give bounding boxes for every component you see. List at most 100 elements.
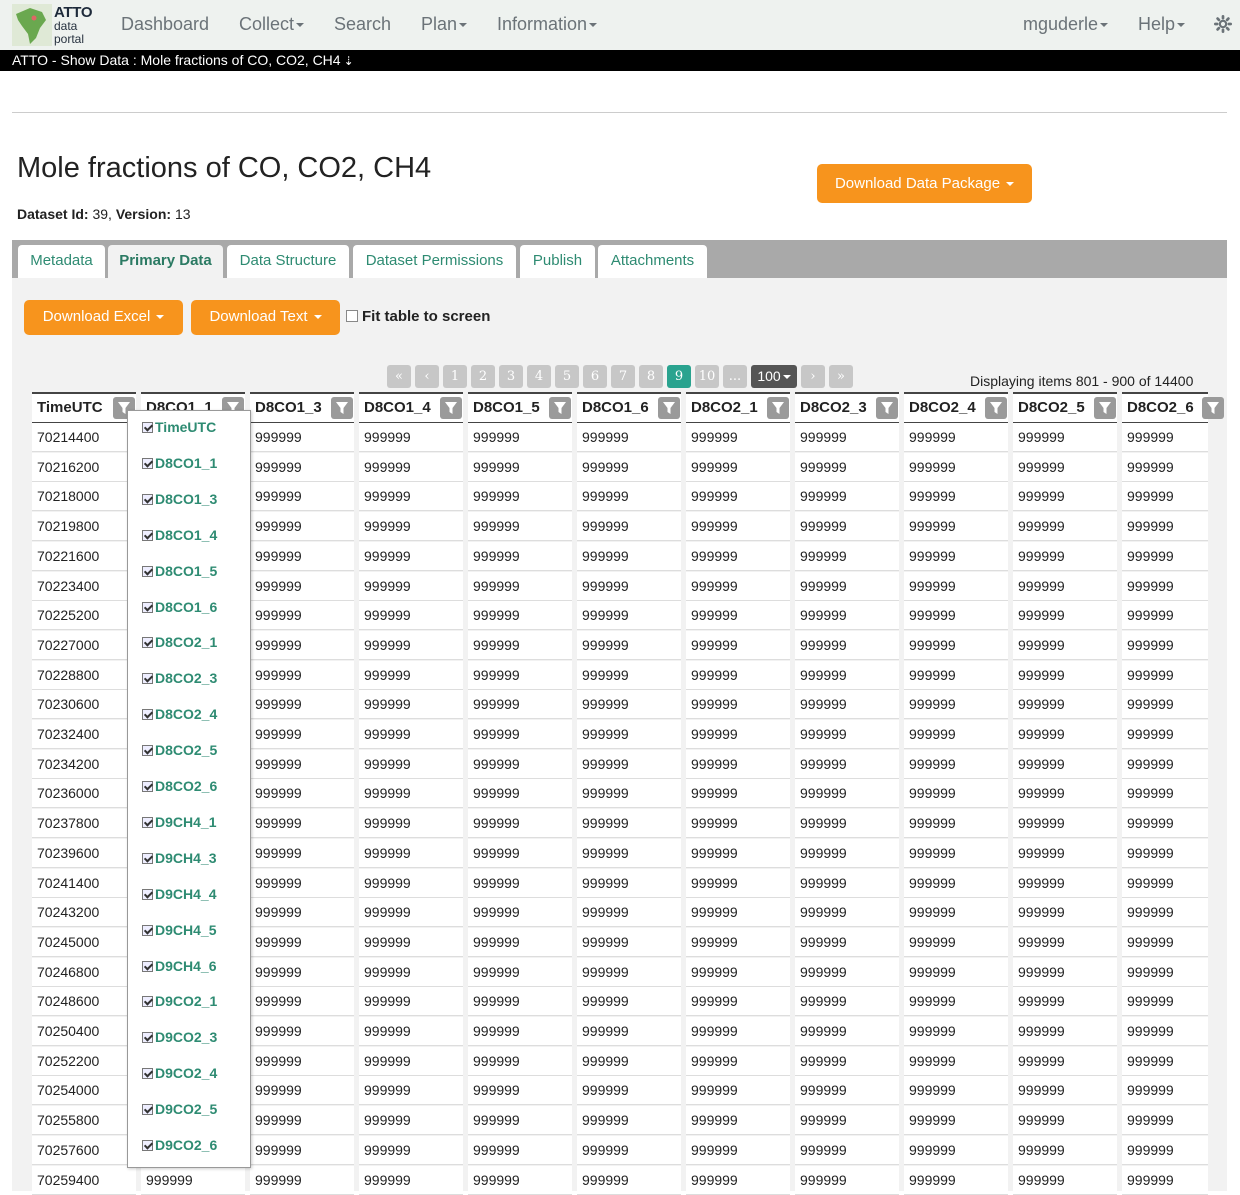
- caret-down-icon: [296, 23, 305, 28]
- checkbox-checked-icon[interactable]: [142, 422, 153, 433]
- double-chevron-down-icon[interactable]: ⇣: [344, 54, 354, 68]
- column-toggle-item[interactable]: TimeUTC: [142, 419, 216, 435]
- nav-user-menu[interactable]: mguderle: [1023, 14, 1109, 35]
- filter-icon[interactable]: [1094, 397, 1116, 419]
- column-toggle-item[interactable]: D8CO1_1: [142, 455, 217, 471]
- nav-search[interactable]: Search: [334, 14, 391, 35]
- checkbox-checked-icon[interactable]: [142, 888, 153, 900]
- table-cell: 999999: [795, 779, 899, 809]
- download-excel-button[interactable]: Download Excel: [24, 300, 183, 335]
- column-header[interactable]: D8CO2_3: [795, 392, 899, 424]
- column-header[interactable]: TimeUTC: [32, 392, 136, 424]
- fit-table-toggle[interactable]: Fit table to screen: [346, 308, 490, 325]
- filter-icon[interactable]: [658, 397, 680, 419]
- pager-page[interactable]: 6: [583, 365, 607, 388]
- column-header[interactable]: D8CO2_6: [1122, 392, 1224, 424]
- checkbox-checked-icon[interactable]: [142, 816, 153, 828]
- pager-page[interactable]: 8: [639, 365, 663, 388]
- nav-collect[interactable]: Collect: [239, 14, 305, 35]
- column-header[interactable]: D8CO1_4: [359, 392, 463, 424]
- pager-page[interactable]: 1: [443, 365, 467, 388]
- column-toggle-item[interactable]: D8CO2_3: [142, 670, 217, 686]
- column-header[interactable]: D8CO2_1: [686, 392, 790, 424]
- checkbox-checked-icon[interactable]: [142, 960, 153, 972]
- column-toggle-item[interactable]: D9CO2_1: [142, 993, 217, 1009]
- gear-icon[interactable]: [1214, 15, 1232, 33]
- atto-logo[interactable]: ATTO data portal: [12, 4, 94, 46]
- filter-icon[interactable]: [440, 397, 462, 419]
- checkbox-checked-icon[interactable]: [142, 529, 153, 541]
- checkbox-checked-icon[interactable]: [142, 601, 153, 613]
- tab-dataset-permissions[interactable]: Dataset Permissions: [353, 245, 516, 278]
- pager-prev[interactable]: ‹: [415, 365, 439, 388]
- nav-plan[interactable]: Plan: [421, 14, 468, 35]
- pager-first[interactable]: «: [387, 365, 411, 388]
- filter-icon[interactable]: [876, 397, 898, 419]
- checkbox-checked-icon[interactable]: [142, 637, 153, 649]
- tab-data-structure[interactable]: Data Structure: [227, 245, 349, 278]
- checkbox-checked-icon[interactable]: [142, 852, 153, 864]
- checkbox-checked-icon[interactable]: [142, 673, 153, 685]
- column-toggle-item[interactable]: D9CH4_3: [142, 850, 216, 866]
- pager-page-active[interactable]: 9: [667, 365, 691, 388]
- pager-next[interactable]: ›: [801, 365, 825, 388]
- checkbox-checked-icon[interactable]: [142, 745, 153, 757]
- tab-metadata[interactable]: Metadata: [18, 245, 105, 278]
- nav-help[interactable]: Help: [1138, 14, 1186, 35]
- column-header[interactable]: D8CO1_3: [250, 392, 354, 424]
- column-header[interactable]: D8CO1_6: [577, 392, 681, 424]
- filter-icon[interactable]: [985, 397, 1007, 419]
- column-toggle-item[interactable]: D9CH4_6: [142, 958, 216, 974]
- checkbox-checked-icon[interactable]: [142, 1032, 153, 1044]
- pager-page[interactable]: 3: [499, 365, 523, 388]
- filter-icon[interactable]: [549, 397, 571, 419]
- pager-last[interactable]: »: [829, 365, 853, 388]
- column-toggle-item[interactable]: D9CO2_3: [142, 1029, 217, 1045]
- tab-publish[interactable]: Publish: [520, 245, 595, 278]
- column-toggle-item[interactable]: D8CO1_5: [142, 563, 217, 579]
- pager-page[interactable]: 2: [471, 365, 495, 388]
- column-toggle-item[interactable]: D9CH4_4: [142, 886, 216, 902]
- checkbox-checked-icon[interactable]: [142, 709, 153, 721]
- checkbox-checked-icon[interactable]: [142, 493, 153, 505]
- pager-page[interactable]: 4: [527, 365, 551, 388]
- pager-page[interactable]: 7: [611, 365, 635, 388]
- nav-information[interactable]: Information: [497, 14, 598, 35]
- column-toggle-item[interactable]: D8CO2_1: [142, 634, 217, 650]
- column-toggle-item[interactable]: D9CO2_5: [142, 1101, 217, 1117]
- checkbox-checked-icon[interactable]: [142, 996, 153, 1008]
- tab-attachments[interactable]: Attachments: [598, 245, 707, 278]
- checkbox-checked-icon[interactable]: [142, 1104, 153, 1116]
- column-header[interactable]: D8CO1_5: [468, 392, 572, 424]
- fit-table-checkbox[interactable]: [346, 310, 358, 322]
- checkbox-checked-icon[interactable]: [142, 1068, 153, 1080]
- column-toggle-item[interactable]: D8CO2_4: [142, 706, 217, 722]
- pager-page[interactable]: 5: [555, 365, 579, 388]
- column-toggle-item[interactable]: D9CO2_6: [142, 1137, 217, 1153]
- checkbox-checked-icon[interactable]: [142, 565, 153, 577]
- tab-primary-data[interactable]: Primary Data: [108, 245, 223, 278]
- checkbox-checked-icon[interactable]: [142, 781, 153, 792]
- download-data-package-button[interactable]: Download Data Package: [817, 164, 1032, 203]
- column-toggle-item[interactable]: D8CO1_4: [142, 527, 217, 543]
- pager-page[interactable]: 10: [695, 365, 719, 388]
- filter-icon[interactable]: [767, 397, 789, 419]
- download-text-button[interactable]: Download Text: [191, 300, 340, 335]
- column-toggle-item[interactable]: D8CO1_3: [142, 491, 217, 507]
- column-toggle-item[interactable]: D9CO2_4: [142, 1065, 217, 1081]
- filter-icon[interactable]: [1202, 397, 1224, 419]
- checkbox-checked-icon[interactable]: [142, 457, 153, 469]
- filter-icon[interactable]: [331, 397, 353, 419]
- checkbox-checked-icon[interactable]: [142, 924, 153, 936]
- column-toggle-item[interactable]: D9CH4_1: [142, 814, 216, 830]
- nav-dashboard[interactable]: Dashboard: [121, 14, 209, 35]
- pager-ellipsis[interactable]: ...: [723, 365, 747, 388]
- checkbox-checked-icon[interactable]: [142, 1140, 153, 1151]
- column-toggle-item[interactable]: D9CH4_5: [142, 922, 216, 938]
- column-toggle-item[interactable]: D8CO1_6: [142, 599, 217, 615]
- column-toggle-item[interactable]: D8CO2_5: [142, 742, 217, 758]
- column-header[interactable]: D8CO2_4: [904, 392, 1008, 424]
- column-header[interactable]: D8CO2_5: [1013, 392, 1117, 424]
- column-toggle-item[interactable]: D8CO2_6: [142, 778, 217, 794]
- page-size-select[interactable]: 100: [751, 365, 797, 388]
